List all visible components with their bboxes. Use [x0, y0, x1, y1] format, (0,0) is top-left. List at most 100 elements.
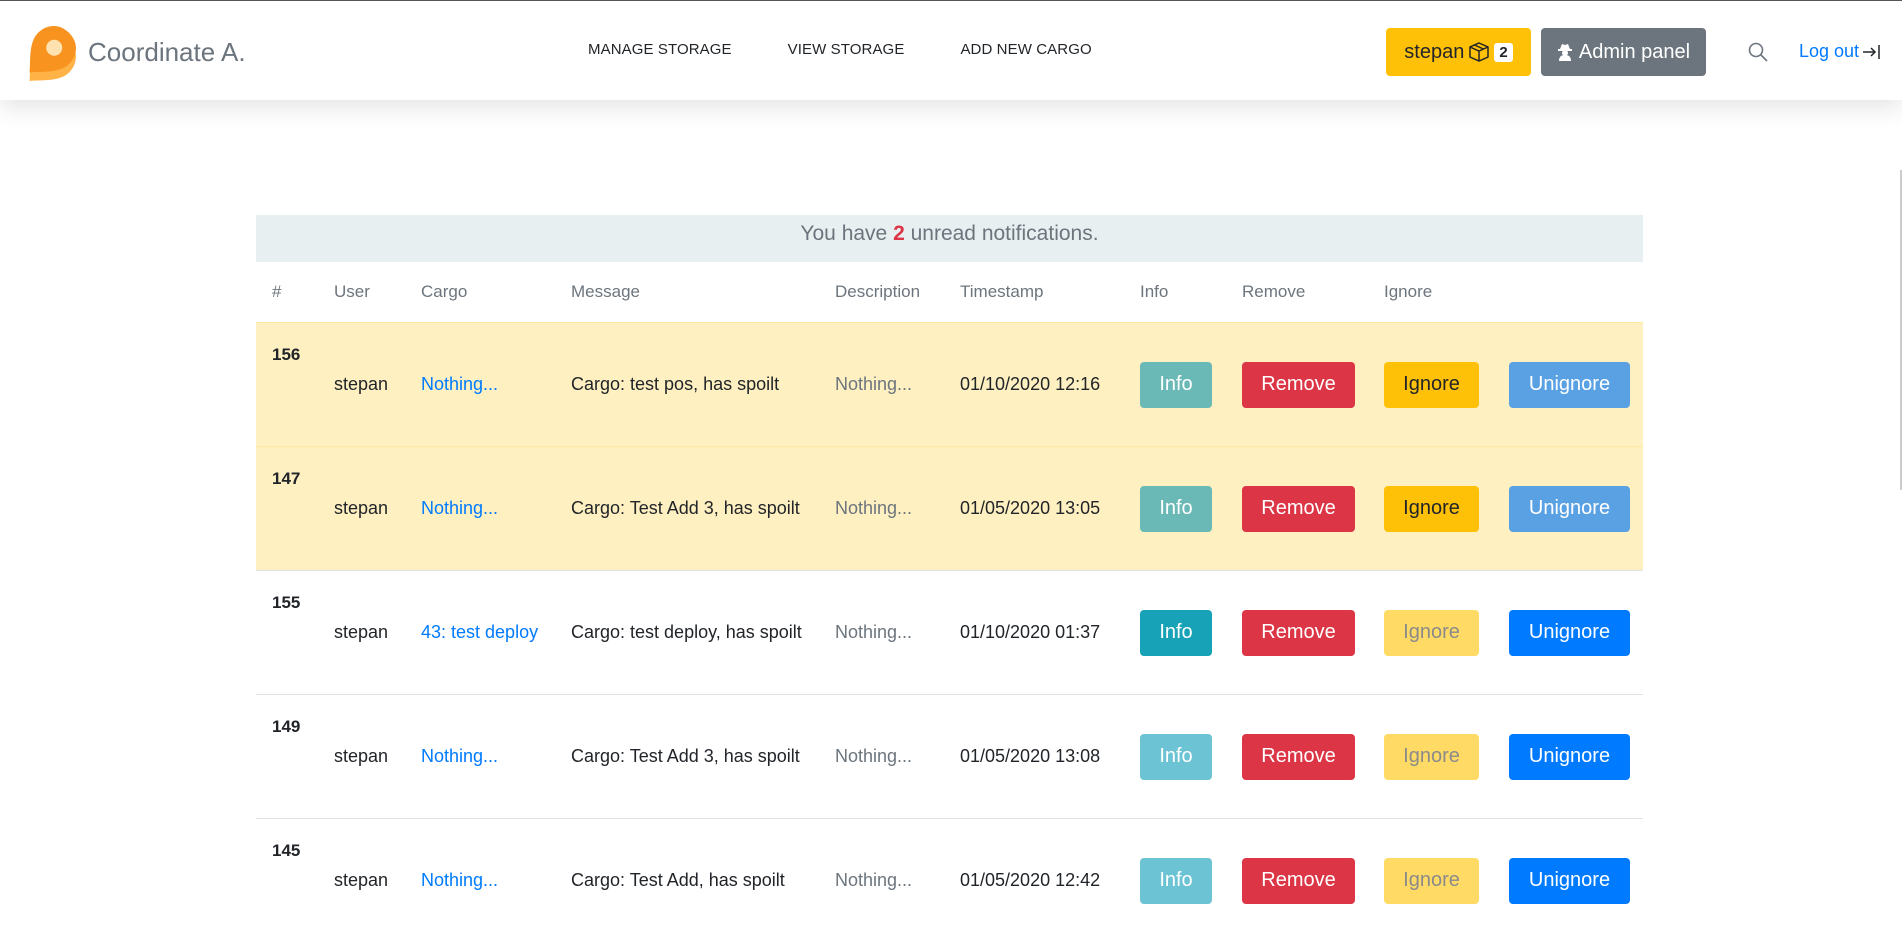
col-header-unignore	[1493, 262, 1643, 323]
admin-button-label: Admin panel	[1579, 41, 1690, 64]
col-header-id: #	[256, 262, 318, 323]
row-message: Cargo: test pos, has spoilt	[555, 323, 819, 447]
unignore-button[interactable]: Unignore	[1509, 858, 1630, 904]
info-button[interactable]: Info	[1140, 362, 1212, 408]
info-button[interactable]: Info	[1140, 858, 1212, 904]
top-navbar: Coordinate A. MANAGE STORAGE VIEW STORAG…	[0, 0, 1902, 100]
brand-name: Coordinate A.	[88, 37, 246, 68]
row-message: Cargo: Test Add 3, has spoilt	[555, 695, 819, 819]
ignore-button[interactable]: Ignore	[1384, 610, 1479, 656]
nav-add-new-cargo[interactable]: ADD NEW CARGO	[960, 41, 1091, 58]
col-header-cargo: Cargo	[405, 262, 555, 323]
info-button[interactable]: Info	[1140, 486, 1212, 532]
row-ignore-cell: Ignore	[1368, 447, 1493, 571]
table-row: 156 stepan Nothing... Cargo: test pos, h…	[256, 323, 1643, 447]
row-id: 149	[256, 695, 318, 819]
remove-button[interactable]: Remove	[1242, 362, 1355, 408]
table-row: 155 stepan 43: test deploy Cargo: test d…	[256, 571, 1643, 695]
row-cargo-link[interactable]: 43: test deploy	[405, 571, 555, 695]
user-secret-icon	[1557, 43, 1573, 61]
logout-label: Log out	[1799, 41, 1859, 62]
row-unignore-cell: Unignore	[1493, 571, 1643, 695]
brand[interactable]: Coordinate A.	[18, 19, 246, 85]
row-unignore-cell: Unignore	[1493, 323, 1643, 447]
col-header-user: User	[318, 262, 405, 323]
table-row: 147 stepan Nothing... Cargo: Test Add 3,…	[256, 447, 1643, 571]
row-info-cell: Info	[1124, 571, 1226, 695]
row-ignore-cell: Ignore	[1368, 695, 1493, 819]
unignore-button[interactable]: Unignore	[1509, 362, 1630, 408]
ignore-button[interactable]: Ignore	[1384, 486, 1479, 532]
row-ignore-cell: Ignore	[1368, 819, 1493, 942]
col-header-description: Description	[819, 262, 944, 323]
row-id: 147	[256, 447, 318, 571]
row-description: Nothing...	[819, 695, 944, 819]
row-id: 145	[256, 819, 318, 942]
row-ignore-cell: Ignore	[1368, 323, 1493, 447]
row-cargo-link[interactable]: Nothing...	[405, 695, 555, 819]
remove-button[interactable]: Remove	[1242, 486, 1355, 532]
unignore-button[interactable]: Unignore	[1509, 734, 1630, 780]
row-cargo-link[interactable]: Nothing...	[405, 819, 555, 942]
notifications-panel: You have 2 unread notifications. # User …	[256, 215, 1643, 942]
table-header-row: # User Cargo Message Description Timesta…	[256, 262, 1643, 323]
remove-button[interactable]: Remove	[1242, 734, 1355, 780]
ignore-button[interactable]: Ignore	[1384, 734, 1479, 780]
notification-count-badge: 2	[1494, 43, 1512, 62]
admin-panel-button[interactable]: Admin panel	[1541, 28, 1706, 76]
row-info-cell: Info	[1124, 695, 1226, 819]
row-remove-cell: Remove	[1226, 695, 1368, 819]
user-button-label: stepan	[1404, 41, 1464, 64]
search-icon[interactable]	[1747, 41, 1769, 63]
row-cargo-link[interactable]: Nothing...	[405, 447, 555, 571]
row-unignore-cell: Unignore	[1493, 819, 1643, 942]
row-unignore-cell: Unignore	[1493, 695, 1643, 819]
row-timestamp: 01/10/2020 12:16	[944, 323, 1124, 447]
row-info-cell: Info	[1124, 447, 1226, 571]
row-timestamp: 01/05/2020 13:08	[944, 695, 1124, 819]
ignore-button[interactable]: Ignore	[1384, 858, 1479, 904]
row-timestamp: 01/10/2020 01:37	[944, 571, 1124, 695]
nav-links: MANAGE STORAGE VIEW STORAGE ADD NEW CARG…	[588, 41, 1148, 58]
col-header-timestamp: Timestamp	[944, 262, 1124, 323]
row-message: Cargo: test deploy, has spoilt	[555, 571, 819, 695]
map-pin-logo	[18, 19, 82, 85]
row-timestamp: 01/05/2020 13:05	[944, 447, 1124, 571]
row-info-cell: Info	[1124, 819, 1226, 942]
row-user: stepan	[318, 819, 405, 942]
notifications-table: # User Cargo Message Description Timesta…	[256, 262, 1643, 942]
row-message: Cargo: Test Add 3, has spoilt	[555, 447, 819, 571]
nav-manage-storage[interactable]: MANAGE STORAGE	[588, 41, 732, 58]
row-cargo-link[interactable]: Nothing...	[405, 323, 555, 447]
unignore-button[interactable]: Unignore	[1509, 610, 1630, 656]
col-header-message: Message	[555, 262, 819, 323]
table-row: 145 stepan Nothing... Cargo: Test Add, h…	[256, 819, 1643, 942]
logout-link[interactable]: Log out	[1799, 41, 1882, 62]
row-message: Cargo: Test Add, has spoilt	[555, 819, 819, 942]
row-user: stepan	[318, 571, 405, 695]
row-remove-cell: Remove	[1226, 819, 1368, 942]
notifications-summary: You have 2 unread notifications.	[256, 215, 1643, 262]
row-timestamp: 01/05/2020 12:42	[944, 819, 1124, 942]
row-ignore-cell: Ignore	[1368, 571, 1493, 695]
col-header-info: Info	[1124, 262, 1226, 323]
info-button[interactable]: Info	[1140, 610, 1212, 656]
row-description: Nothing...	[819, 323, 944, 447]
row-info-cell: Info	[1124, 323, 1226, 447]
unignore-button[interactable]: Unignore	[1509, 486, 1630, 532]
summary-prefix: You have	[800, 222, 893, 245]
row-user: stepan	[318, 323, 405, 447]
row-user: stepan	[318, 447, 405, 571]
row-description: Nothing...	[819, 571, 944, 695]
remove-button[interactable]: Remove	[1242, 858, 1355, 904]
summary-suffix: unread notifications.	[905, 222, 1099, 245]
row-description: Nothing...	[819, 819, 944, 942]
table-row: 149 stepan Nothing... Cargo: Test Add 3,…	[256, 695, 1643, 819]
user-cargo-button[interactable]: stepan 2	[1386, 28, 1531, 76]
unread-count: 2	[893, 222, 905, 245]
ignore-button[interactable]: Ignore	[1384, 362, 1479, 408]
info-button[interactable]: Info	[1140, 734, 1212, 780]
remove-button[interactable]: Remove	[1242, 610, 1355, 656]
nav-view-storage[interactable]: VIEW STORAGE	[788, 41, 905, 58]
box-icon	[1468, 41, 1490, 63]
